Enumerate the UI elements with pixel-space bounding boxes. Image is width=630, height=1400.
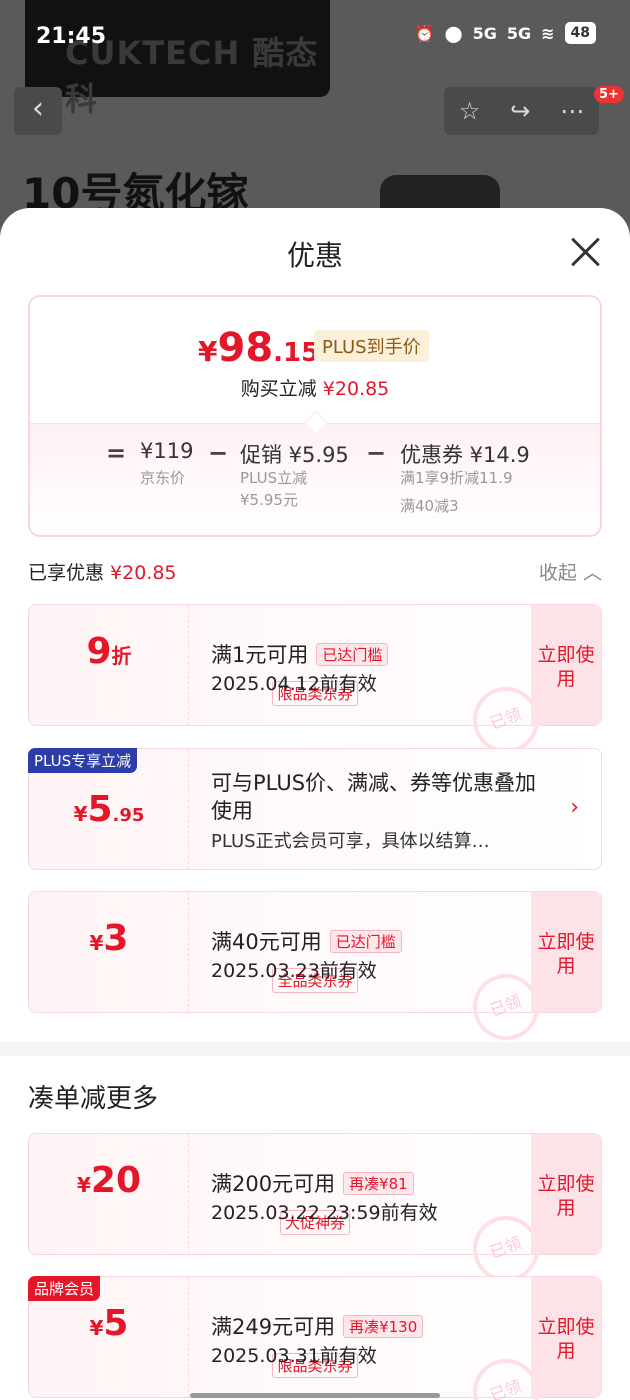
chevron-right-icon: ›	[570, 795, 579, 820]
plus-exclusive-tag: PLUS专享立减	[28, 748, 138, 773]
wifi-icon: ≋	[541, 23, 555, 43]
enjoyed-discount: 已享优惠 ¥20.85	[28, 562, 177, 584]
threshold-tag: 已达门槛	[316, 642, 389, 666]
star-icon[interactable]: ☆	[459, 97, 481, 125]
more-section-title: 凑单减更多	[28, 1084, 159, 1114]
equals-sign: =	[106, 439, 127, 467]
coupon-condition: 满40元可用 已达门槛	[211, 926, 402, 956]
collapse-button[interactable]: 收起 ︿	[539, 558, 602, 585]
jd-price-label: 京东价	[140, 469, 186, 487]
threshold-tag: 已达门槛	[329, 929, 402, 953]
message-badge: 5+	[594, 86, 624, 103]
close-icon[interactable]	[570, 236, 602, 268]
coupon-expiry: 2025.03.31前有效	[211, 1345, 377, 1367]
battery-icon: 48	[564, 22, 596, 44]
plus-description: 可与PLUS价、满减、券等优惠叠加使用	[211, 771, 537, 823]
top-actions: ☆ ↪ ⋯	[444, 87, 599, 135]
status-time: 21:45	[36, 24, 107, 49]
coupon-card: ¥3 全品类东券 满40元可用 已达门槛 2025.03.23前有效 已领 立即使…	[28, 891, 602, 1050]
coupon-condition: 满1元可用 已达门槛	[211, 639, 389, 669]
coupon-condition: 满200元可用 再凑¥81	[211, 1168, 414, 1198]
coupon-expiry: 2025.03.22 23:59前有效	[211, 1202, 438, 1224]
price-summary: ¥98.15 PLUS到手价 购买立减 ¥20.85 = ¥119 京东价 − …	[28, 295, 602, 537]
minus-sign: −	[208, 439, 229, 467]
coupon-card: 9折 限品类东券 满1元可用 已达门槛 2025.04.12前有效 已领 立即使用	[28, 604, 602, 763]
use-now-button[interactable]: 立即使用	[531, 1277, 601, 1397]
discount-sheet: 优惠 ¥98.15 PLUS到手价 购买立减 ¥20.85 = ¥119 京东价…	[0, 208, 630, 1400]
section-divider	[0, 1042, 630, 1056]
coupon-amount: 9折	[86, 631, 132, 672]
use-now-button[interactable]: 立即使用	[531, 892, 601, 1012]
sheet-title: 优惠	[286, 239, 343, 272]
signal-icon: 5G	[472, 23, 497, 43]
coupon-amount: ¥20	[76, 1160, 142, 1201]
promo-sub-1: PLUS立减	[240, 469, 308, 487]
plus-discount-card[interactable]: PLUS专享立减 ¥5.95 可与PLUS价、满减、券等优惠叠加使用 PLUS正…	[28, 748, 602, 870]
coupon-value: 优惠券 ¥14.9	[400, 443, 530, 467]
add-more-tag: 再凑¥81	[343, 1171, 414, 1195]
coupon-expiry: 2025.03.23前有效	[211, 960, 377, 982]
coupon-expiry: 2025.04.12前有效	[211, 673, 377, 695]
reduce-line: 购买立减 ¥20.85	[240, 378, 390, 400]
chevron-up-icon: ︿	[582, 562, 602, 584]
status-icons: ⏰ ⬤ 5G 5G ≋ 48	[415, 22, 596, 44]
share-icon[interactable]: ↪	[510, 97, 530, 125]
brand-member-tag: 品牌会员	[28, 1276, 101, 1301]
signal-icon-2: 5G	[506, 23, 532, 43]
use-now-button[interactable]: 立即使用	[531, 605, 601, 725]
promo-sub-2: ¥5.95元	[240, 491, 298, 509]
minus-sign-2: −	[366, 439, 387, 467]
coupon-sub-1: 满1享9折减11.9	[400, 469, 513, 487]
coupon-card: ¥20 大促神券 满200元可用 再凑¥81 2025.03.22 23:59前有…	[28, 1133, 602, 1292]
plus-note: PLUS正式会员可享，具体以结算…	[211, 831, 490, 852]
use-now-button[interactable]: 立即使用	[531, 1134, 601, 1254]
location-icon: ⬤	[444, 23, 463, 43]
coupon-amount: ¥5	[89, 1303, 129, 1344]
promo-value: 促销 ¥5.95	[240, 443, 349, 467]
back-button[interactable]: ‹	[14, 87, 62, 135]
alarm-icon: ⏰	[414, 23, 435, 43]
more-icon[interactable]: ⋯	[560, 97, 584, 125]
home-indicator[interactable]	[190, 1393, 440, 1398]
final-price: ¥98.15	[198, 325, 320, 371]
coupon-condition: 满249元可用 再凑¥130	[211, 1311, 424, 1341]
coupon-amount: ¥3	[89, 918, 129, 959]
plus-amount: ¥5.95	[73, 789, 145, 830]
coupon-card: 品牌会员 ¥5 限品类东券 满249元可用 再凑¥130 2025.03.31前有…	[28, 1276, 602, 1400]
add-more-tag: 再凑¥130	[343, 1314, 424, 1338]
coupon-sub-2: 满40减3	[400, 497, 459, 515]
jd-price: ¥119	[140, 439, 194, 463]
product-page-background: CUKTECH 酷态科 21:45 ⏰ ⬤ 5G 5G ≋ 48 ‹ ☆ ↪ ⋯…	[0, 0, 630, 240]
plus-price-tag: PLUS到手价	[314, 330, 429, 362]
